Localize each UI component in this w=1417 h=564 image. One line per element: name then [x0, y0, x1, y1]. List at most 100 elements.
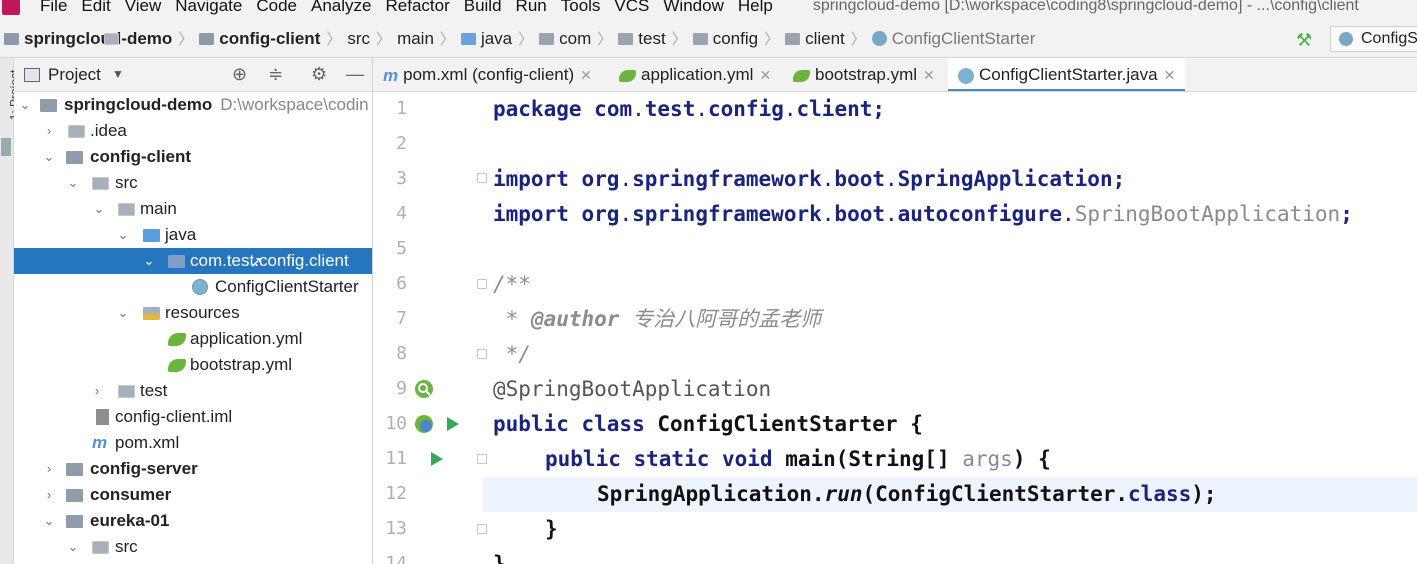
tree-row[interactable]: ⌄ src	[14, 534, 372, 560]
menu-analyze[interactable]: Analyze	[311, 0, 371, 16]
tree-label: src	[115, 173, 138, 192]
collapse-all-icon[interactable]: ≑	[268, 64, 283, 85]
tree-row[interactable]: › test	[14, 378, 372, 404]
menu-tools[interactable]: Tools	[561, 0, 601, 16]
tree-row[interactable]: bootstrap.yml	[14, 352, 372, 378]
tab-label: ConfigClientStarter.java	[979, 65, 1158, 84]
tree-row[interactable]: application.yml	[14, 326, 372, 352]
chevron-right-icon: 〉	[671, 31, 687, 48]
breadcrumb-item[interactable]: src	[347, 29, 370, 49]
tree-row[interactable]: config-client.iml	[14, 404, 372, 430]
tree-label: config-server	[90, 459, 198, 478]
tab-bootstrap-yml[interactable]: bootstrap.yml ✕	[793, 58, 935, 91]
fold-marker-icon[interactable]	[477, 173, 487, 183]
fold-marker-icon[interactable]	[477, 279, 487, 289]
run-configuration-select[interactable]: ConfigS	[1330, 26, 1417, 52]
menu-file[interactable]: File	[40, 0, 67, 16]
fold-marker-icon[interactable]	[477, 349, 487, 359]
breadcrumb-item[interactable]: ConfigClientStarter	[892, 29, 1036, 49]
gear-icon[interactable]: ⚙	[311, 64, 327, 85]
menu-view[interactable]: View	[125, 0, 162, 16]
code-line: public class ConfigClientStarter {	[493, 412, 923, 436]
tree-row[interactable]: ConfigClientStarter	[14, 274, 372, 300]
close-icon[interactable]: ✕	[1164, 67, 1176, 83]
menu-code[interactable]: Code	[256, 0, 297, 16]
minimize-icon[interactable]: —	[346, 64, 364, 85]
chevron-right-icon[interactable]: ›	[42, 118, 56, 144]
menu-window[interactable]: Window	[663, 0, 723, 16]
close-icon[interactable]: ✕	[580, 67, 592, 83]
tree-label: src	[115, 537, 138, 556]
module-icon	[66, 489, 83, 502]
chevron-right-icon[interactable]: ›	[42, 482, 56, 508]
breadcrumb-item[interactable]: config	[713, 29, 758, 49]
chevron-down-icon[interactable]: ⌄	[66, 170, 80, 196]
breadcrumb-item[interactable]: main	[397, 29, 434, 49]
menu-edit[interactable]: Edit	[81, 0, 110, 16]
tree-row[interactable]: ⌄ springcloud-demo D:\workspace\codin	[14, 92, 372, 118]
run-icon[interactable]	[429, 450, 445, 468]
chevron-down-icon[interactable]: ⌄	[142, 248, 156, 274]
breadcrumb-item[interactable]: springcloud-demo	[24, 29, 172, 49]
code-line: import org.springframework.boot.autoconf…	[493, 202, 1353, 226]
tab-application-yml[interactable]: application.yml ✕	[619, 58, 771, 91]
locate-icon[interactable]: ⊕	[232, 64, 247, 85]
spring-boot-class-icon[interactable]	[413, 413, 435, 435]
folder-icon	[118, 203, 135, 216]
package-icon	[539, 32, 555, 45]
package-icon	[692, 32, 708, 45]
module-icon	[66, 151, 83, 164]
chevron-down-icon[interactable]: ▼	[112, 67, 124, 81]
spring-bean-icon[interactable]	[413, 378, 435, 400]
line-number: 12	[385, 483, 407, 504]
tab-configclientstarter-java[interactable]: ConfigClientStarter.java ✕	[948, 58, 1186, 91]
fold-marker-icon[interactable]	[477, 524, 487, 534]
intellij-logo-icon	[2, 0, 20, 15]
tree-row[interactable]: ⌄ resources	[14, 300, 372, 326]
build-hammer-icon[interactable]: ⚒	[1296, 30, 1312, 51]
tree-row[interactable]: ⌄ src	[14, 170, 372, 196]
tree-row[interactable]: › consumer	[14, 482, 372, 508]
chevron-down-icon[interactable]: ⌄	[42, 508, 56, 534]
menu-navigate[interactable]: Navigate	[175, 0, 242, 16]
menu-refactor[interactable]: Refactor	[385, 0, 449, 16]
resources-folder-icon	[143, 307, 160, 320]
tree-row[interactable]: ⌄ java	[14, 222, 372, 248]
menu-vcs[interactable]: VCS	[614, 0, 649, 16]
folder-icon	[92, 177, 109, 190]
chevron-down-icon[interactable]: ⌄	[18, 92, 32, 118]
tree-row[interactable]: m pom.xml	[14, 430, 372, 456]
menu-help[interactable]: Help	[738, 0, 773, 16]
close-icon[interactable]: ✕	[759, 67, 771, 83]
run-icon[interactable]	[445, 415, 461, 433]
breadcrumb-item[interactable]: java	[481, 29, 512, 49]
tree-row[interactable]: ⌄ main	[14, 196, 372, 222]
breadcrumb-item[interactable]: config-client	[219, 29, 320, 49]
breadcrumb-item[interactable]: test	[638, 29, 665, 49]
chevron-down-icon[interactable]: ⌄	[66, 534, 80, 560]
chevron-down-icon[interactable]: ⌄	[116, 222, 130, 248]
breadcrumb-item[interactable]: com	[559, 29, 591, 49]
chevron-right-icon[interactable]: ›	[90, 378, 104, 404]
project-panel-title[interactable]: Project	[48, 65, 101, 85]
close-icon[interactable]: ✕	[923, 67, 935, 83]
folder-icon	[92, 541, 109, 554]
chevron-down-icon[interactable]: ⌄	[92, 196, 106, 222]
fold-marker-icon[interactable]	[477, 454, 487, 464]
breadcrumb-item[interactable]: client	[805, 29, 845, 49]
menu-run[interactable]: Run	[516, 0, 547, 16]
tree-row[interactable]: › config-server	[14, 456, 372, 482]
code-editor[interactable]: 1 2 3 4 5 6 7 8 9 10 11 12 13 14 package…	[373, 92, 1417, 564]
source-folder-icon	[143, 229, 160, 242]
tree-row[interactable]: ⌄ eureka-01	[14, 508, 372, 534]
tab-pom-xml[interactable]: m pom.xml (config-client) ✕	[383, 58, 592, 91]
tree-row[interactable]: › .idea	[14, 118, 372, 144]
chevron-right-icon[interactable]: ›	[42, 456, 56, 482]
chevron-down-icon[interactable]: ⌄	[116, 300, 130, 326]
tree-row-selected[interactable]: ⌄ com.test.config.client ➚	[14, 248, 372, 274]
line-number: 6	[396, 273, 407, 294]
tree-row[interactable]: ⌄ config-client	[14, 144, 372, 170]
folder-icon	[118, 385, 135, 398]
menu-build[interactable]: Build	[464, 0, 502, 16]
chevron-down-icon[interactable]: ⌄	[42, 144, 56, 170]
